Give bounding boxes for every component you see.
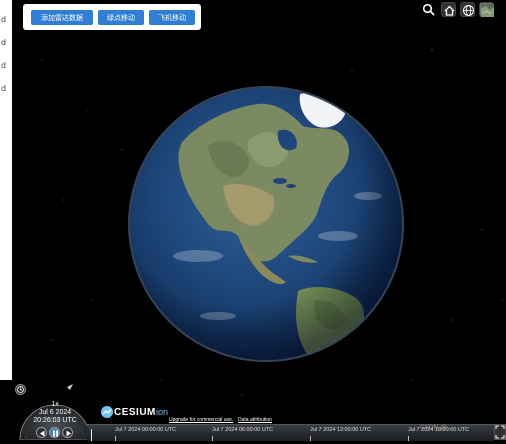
pause-icon: [53, 430, 58, 437]
add-radar-data-button[interactable]: 添加雷达数据: [31, 10, 93, 25]
reverse-button[interactable]: [36, 427, 47, 438]
timeline-tick: [310, 436, 311, 441]
action-panel: 添加雷达数据 绿点移动 飞机移动: [23, 4, 201, 30]
green-dot-move-button[interactable]: 绿点移动: [98, 10, 144, 25]
animation-time: 20:26:03 UTC: [33, 417, 77, 424]
animation-date: Jul 6 2024: [38, 409, 72, 416]
search-icon: [422, 3, 435, 16]
sidebar-text: d: [1, 15, 7, 24]
play-icon: [66, 430, 71, 437]
globe[interactable]: [128, 86, 404, 362]
data-attribution-link[interactable]: Data attribution: [238, 417, 272, 423]
upgrade-link[interactable]: Upgrade for commercial use.: [169, 417, 233, 423]
timeline-label: Jul 7 2024 00:00:00 UTC: [115, 427, 177, 433]
animation-widget[interactable]: 1x Jul 6 2024 20:26:03 UTC: [16, 381, 94, 440]
play-button[interactable]: [62, 427, 73, 438]
cesium-logo-icon: [101, 406, 113, 418]
play-reverse-icon: [40, 430, 45, 437]
home-icon: [444, 5, 455, 16]
scene-mode-button[interactable]: [460, 2, 475, 17]
base-layer-picker[interactable]: [479, 2, 494, 17]
home-button[interactable]: [441, 2, 456, 17]
fullscreen-button[interactable]: [494, 424, 506, 440]
sidebar-text: d: [1, 38, 7, 47]
navigation-help-button[interactable]: [15, 384, 26, 395]
sidebar-text: d: [1, 61, 7, 70]
base-layer-icon: [481, 4, 494, 17]
timeline-label: Jul 7 2024 06:00:00 UTC: [212, 427, 274, 433]
help-clock-icon: [17, 386, 24, 393]
search-button[interactable]: [421, 2, 436, 17]
animation-speed: 1x: [51, 401, 59, 408]
pause-button[interactable]: [49, 427, 60, 438]
cesium-ion-text: ion: [156, 407, 169, 417]
timeline-tick: [212, 436, 213, 441]
cesium-viewer[interactable]: 添加雷达数据 绿点移动 飞机移动 1x Jul 6 2024 20:26:03 …: [12, 0, 506, 440]
timeline-tick: [115, 436, 116, 441]
fullscreen-icon: [495, 425, 505, 439]
timeline-label: Jul 7 2024 12:00:00 UTC: [310, 427, 372, 433]
sidebar-text: d: [1, 84, 7, 93]
timeline-needle[interactable]: [91, 429, 92, 441]
watermark: CSDN @...: [420, 424, 453, 431]
plane-move-button[interactable]: 飞机移动: [149, 10, 195, 25]
cesium-logo-text: CESIUM: [114, 407, 156, 418]
timeline-tick: [408, 436, 409, 441]
globe-icon: [463, 5, 474, 16]
